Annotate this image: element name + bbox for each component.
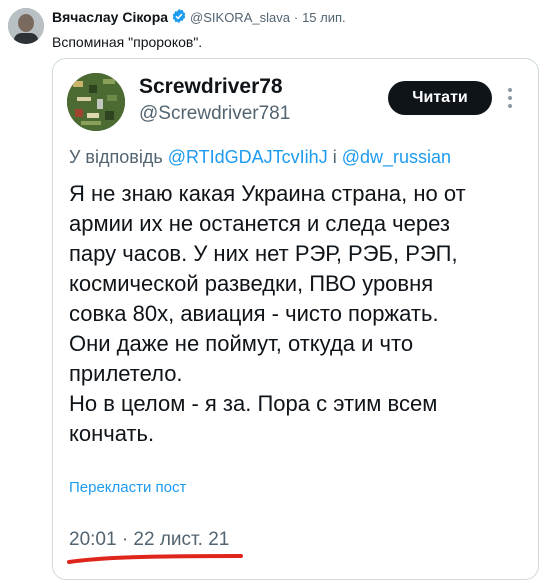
tweet-date[interactable]: 15 лип.: [302, 10, 346, 25]
outer-tweet-text: Вспоминая "пророков".: [52, 34, 203, 50]
reply-mention: @RTIdGDAJTcvIihJ: [167, 147, 328, 167]
reply-prefix: У відповідь: [69, 147, 163, 167]
embedded-author-handle: @Screwdriver781: [139, 103, 291, 124]
tweet-text-line: Но в целом - я за. Пора с этим всем: [69, 391, 438, 416]
reply-mention: @dw_russian: [341, 147, 452, 167]
embedded-avatar-image: [67, 73, 125, 131]
embedded-tweet-screenshot: Screwdriver78 @Screwdriver781 Читати У в…: [52, 58, 539, 580]
red-underline-annotation: [67, 554, 243, 564]
tweet-text-line: Они даже не поймут, откуда и что: [69, 331, 414, 356]
more-options-icon: [507, 87, 513, 109]
author-name[interactable]: Вячаслау Сікора: [52, 9, 168, 25]
outer-tweet-header: Вячаслау Сікора @SIKORA_slava · 15 лип.: [52, 8, 346, 28]
verified-badge-icon: [171, 8, 187, 28]
tweet-text-line: прилетело.: [69, 361, 183, 386]
embedded-author-name: Screwdriver78: [139, 75, 283, 98]
reply-context: У відповідь @RTIdGDAJTcvIihJ і @dw_russi…: [69, 147, 451, 168]
embedded-author-avatar: [67, 73, 125, 131]
author-handle[interactable]: @SIKORA_slava: [190, 10, 290, 25]
translate-link: Перекласти пост: [69, 479, 187, 496]
embedded-timestamp: 20:01 · 22 лист. 21: [69, 529, 230, 550]
author-avatar-image: [8, 8, 44, 44]
header-separator: ·: [293, 10, 299, 25]
author-avatar[interactable]: [8, 8, 44, 44]
tweet-text-line: космической разведки, ПВО уровня: [69, 271, 434, 296]
tweet-text-line: армии их не останется и следа через: [69, 211, 450, 236]
reply-joiner: і: [332, 147, 337, 167]
embedded-tweet-text: Я не знаю какая Украина страна, но от ар…: [69, 179, 529, 449]
tweet-text-line: кончать.: [69, 421, 155, 446]
tweet-text-line: Я не знаю какая Украина страна, но от: [69, 181, 466, 206]
tweet-text-line: пару часов. У них нет РЭР, РЭБ, РЭП,: [69, 241, 458, 266]
follow-button: Читати: [388, 81, 492, 115]
tweet-text-line: совка 80х, авиация - чисто поржать.: [69, 301, 439, 326]
